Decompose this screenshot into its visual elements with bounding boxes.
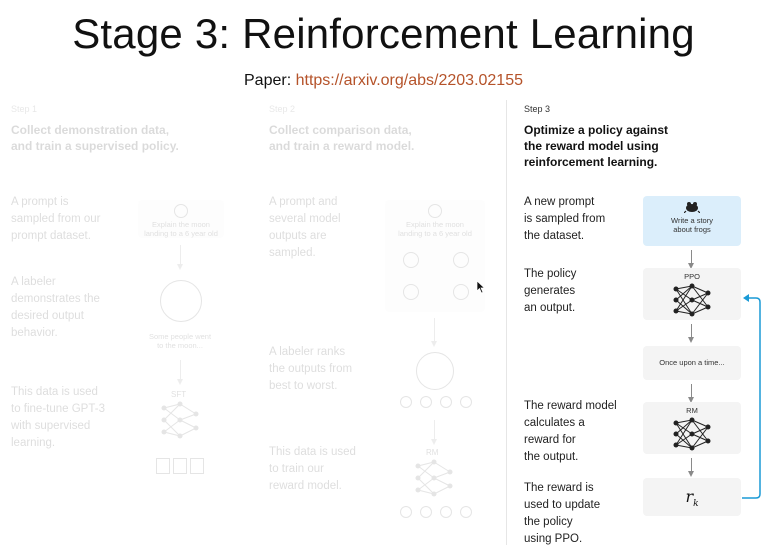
labeler-icon	[416, 352, 454, 390]
step3-desc-1: A new prompt is sampled from the dataset.	[524, 196, 606, 242]
paper-label: Paper:	[244, 72, 292, 89]
step2-desc-2: A labeler ranks the outputs from best to w…	[269, 346, 353, 392]
step1-desc-1: A prompt is sampled from our prompt datase…	[11, 196, 101, 242]
paper-link[interactable]: https://arxiv.org/abs/2203.02155	[296, 72, 523, 89]
step1-prompt-box: Explain the moon landing to a 6 year old	[138, 200, 224, 238]
step1-number: Step 1	[11, 104, 38, 114]
step1-demo-text: Some people went to the moon...	[148, 332, 212, 350]
option-b	[453, 252, 469, 268]
step3-rm-box: RM	[643, 402, 741, 454]
reward-symbol: rk	[685, 487, 699, 510]
page-title: Stage 3: Reinforcement Learning	[72, 10, 695, 57]
step3-desc-3: The reward model calculates a reward for th…	[524, 400, 617, 463]
mouse-cursor-icon	[476, 280, 486, 294]
step1-desc-3: This data is used to fine-tune GPT-3 with …	[11, 386, 105, 449]
ppo-label: PPO	[684, 272, 700, 281]
step1-heading: Collect demonstration data, and train a …	[11, 123, 179, 153]
step2-number: Step 2	[269, 104, 296, 114]
step1-desc-2: A labeler demonstrates the desired output b…	[11, 276, 100, 339]
labeler-icon	[160, 280, 202, 322]
step2-ranking	[400, 396, 472, 408]
step2-model-label: RM	[426, 448, 439, 457]
step2-prompt-box: Explain the moon landing to a 6 year old	[385, 200, 485, 312]
step1-documents-icon	[156, 458, 204, 474]
step2-desc-1: A prompt and several model outputs are samp…	[269, 196, 341, 259]
step2-ranking-2	[400, 506, 472, 518]
step3-output-box: Once upon a time...	[643, 346, 741, 380]
step-divider	[506, 100, 507, 545]
step3-desc-2: The policy generates an output.	[524, 268, 577, 314]
step3-arrow-3	[688, 384, 694, 403]
step3-desc-4: The reward is used to update the policy usi…	[524, 482, 601, 545]
step2-heading: Collect comparison data, and train a rewa…	[269, 123, 415, 153]
step1-network-icon	[161, 401, 199, 439]
step3-reward-box: rk	[643, 478, 741, 516]
step3-arrow-4	[688, 458, 694, 477]
step1-model-label: SFT	[171, 390, 187, 399]
moon-icon	[174, 204, 188, 218]
option-d	[453, 284, 469, 300]
step3-arrow-2	[688, 324, 694, 343]
step3-heading: Optimize a policy against the reward mode…	[524, 123, 669, 169]
step2-arrow-1	[431, 318, 437, 347]
step3-prompt-box: Write a story about frogs	[643, 196, 741, 246]
feedback-loop-arrow	[742, 294, 761, 499]
step3-arrow-1	[688, 250, 694, 269]
policy-network-icon	[673, 283, 711, 317]
step3-ppo-box: PPO	[643, 268, 741, 320]
step2-network-icon	[415, 459, 453, 497]
step2-desc-3: This data is used to train our reward mode…	[269, 446, 356, 492]
option-a	[403, 252, 419, 268]
frog-icon	[684, 202, 700, 213]
moon-icon	[428, 204, 442, 218]
paper-reference: Paper: https://arxiv.org/abs/2203.02155	[0, 72, 767, 90]
step1-arrow-1	[177, 245, 183, 270]
step1-arrow-2	[177, 360, 183, 385]
step2-arrow-2	[431, 420, 437, 445]
reward-network-icon	[673, 417, 711, 451]
rm-label: RM	[686, 406, 698, 415]
option-c	[403, 284, 419, 300]
step3-number: Step 3	[524, 104, 551, 114]
